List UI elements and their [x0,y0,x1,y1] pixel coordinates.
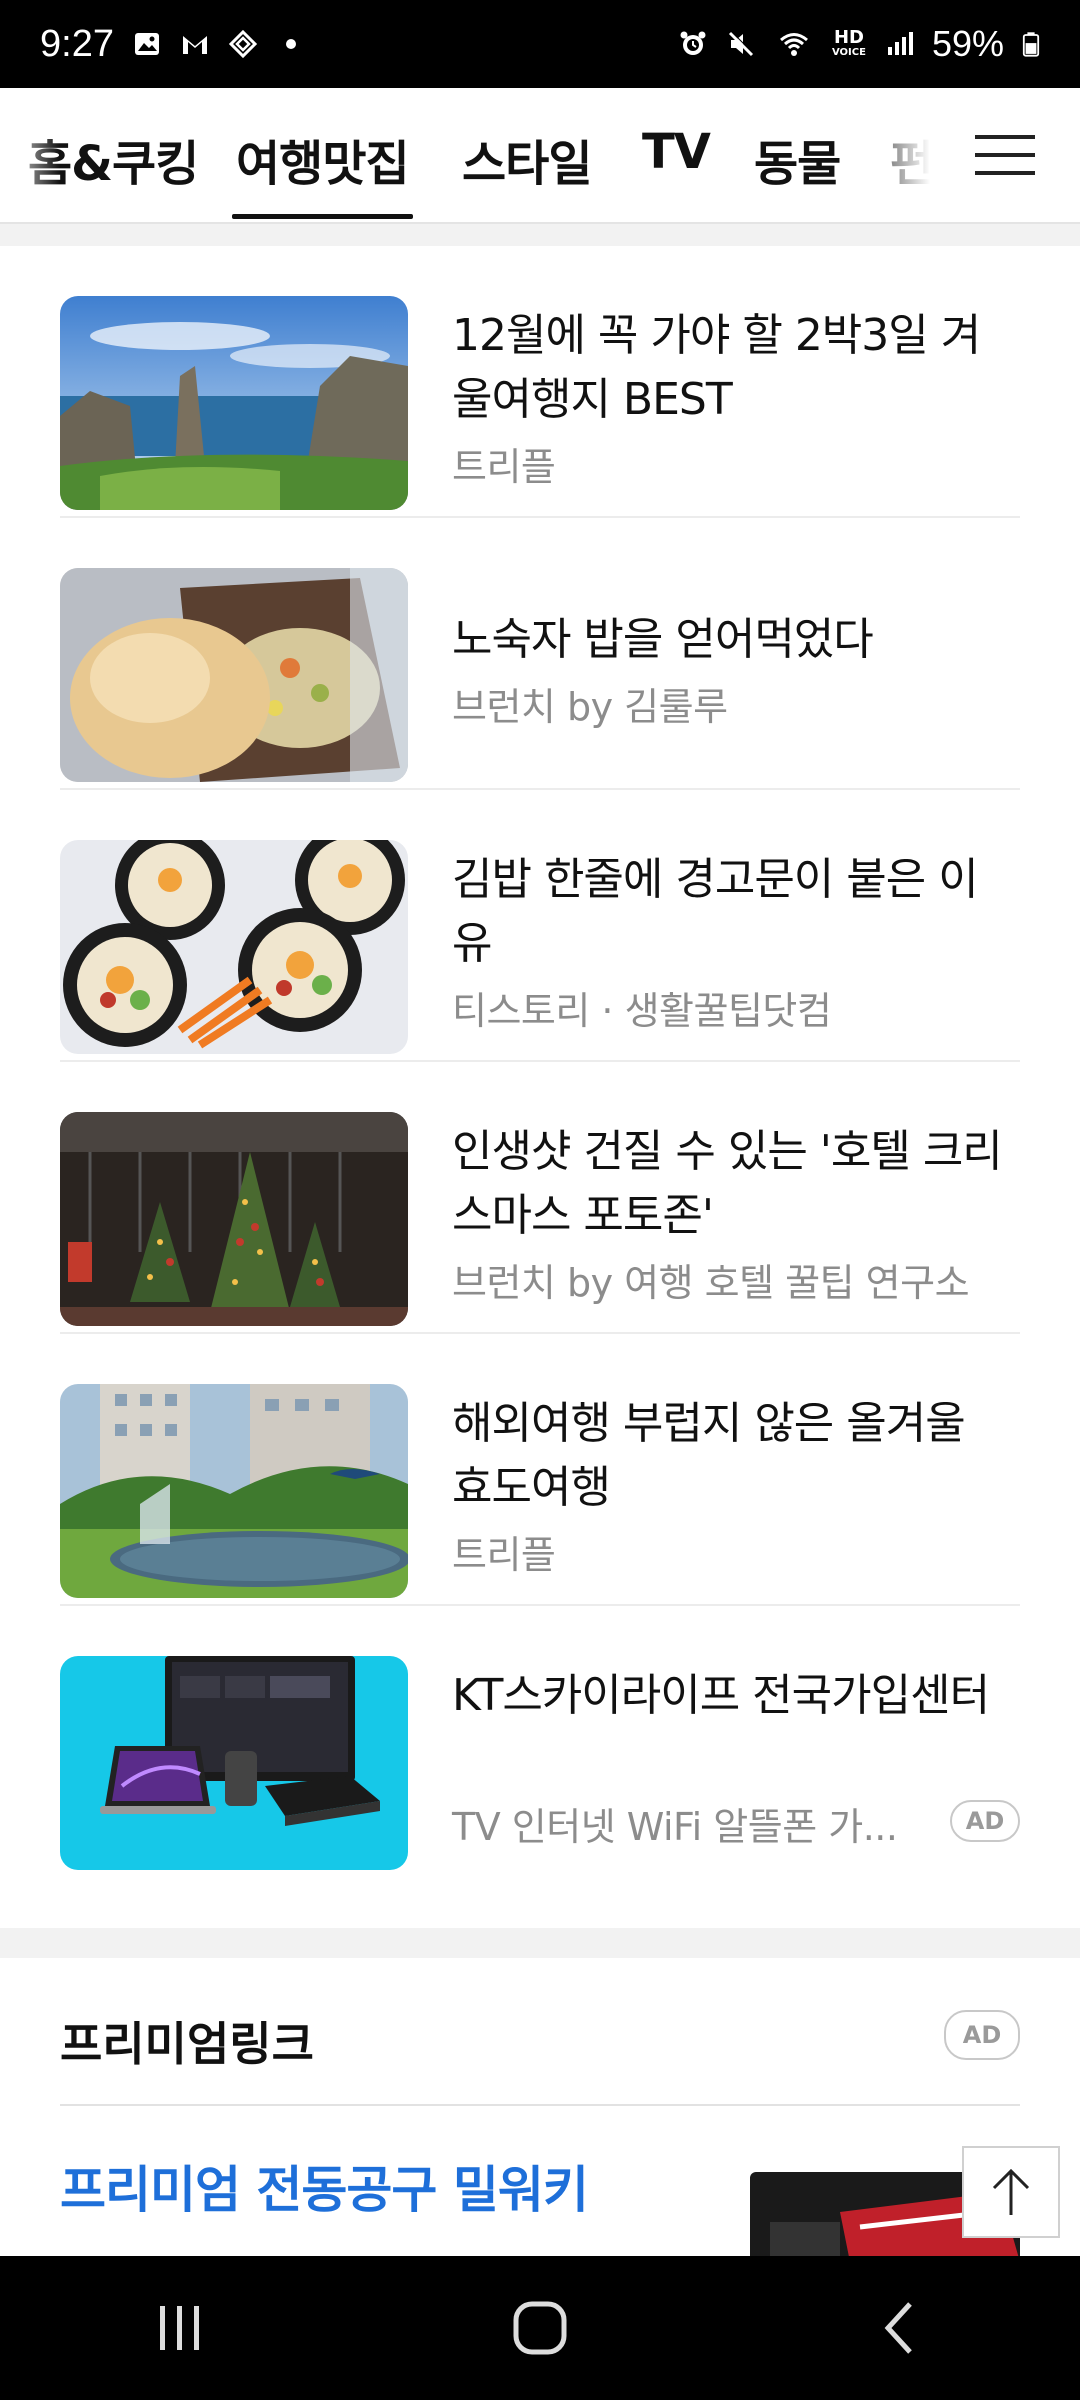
article-source: TV 인터넷 WiFi 알뜰폰 가... [452,1805,898,1849]
dot-icon [285,39,296,49]
home-icon [513,2301,567,2355]
article-title[interactable]: 해외여행 부럽지 않은 올겨울 효도여행 [452,1392,1012,1520]
article-thumbnail[interactable] [60,1656,408,1870]
section-divider [0,224,1080,246]
tab-tv[interactable]: TV [642,124,711,180]
list-item[interactable]: 노숙자 밥을 얻어먹었다 브런치 by 김룰루 [60,518,1020,790]
hd-voice-indicator: HD VOICE [831,27,866,59]
mute-icon [728,31,754,57]
scroll-to-top-button[interactable] [962,2146,1060,2238]
wifi-icon [780,33,808,56]
article-title[interactable]: 인생샷 건질 수 있는 '호텔 크리스마스 포토존' [452,1120,1012,1248]
article-source: 트리플 [452,1533,556,1577]
category-tab-bar: 홈&쿠킹 여행맛집 스타일 TV 동물 펀 [0,88,1080,224]
status-time: 9:27 [40,22,114,65]
article-title[interactable]: 노숙자 밥을 얻어먹었다 [452,608,1012,672]
ad-badge: AD [944,2010,1020,2060]
gmail-icon [182,36,207,54]
list-item[interactable]: 김밥 한줄에 경고문이 붙은 이유 티스토리 · 생활꿀팁닷컴 [60,790,1020,1062]
article-source: 브런치 by 김룰루 [452,685,728,729]
tab-fun[interactable]: 펀 [890,124,934,194]
tab-home-cooking[interactable]: 홈&쿠킹 [28,124,199,194]
back-button[interactable] [840,2278,960,2378]
recent-apps-icon [160,2306,199,2350]
article-thumbnail[interactable] [60,840,408,1054]
article-title[interactable]: KT스카이라이프 전국가입센터 [452,1664,1012,1728]
alarm-icon [680,31,706,55]
article-source: 티스토리 · 생활꿀팁닷컴 [452,989,832,1033]
article-thumbnail[interactable] [60,1384,408,1598]
tab-travel-food[interactable]: 여행맛집 [232,124,413,219]
article-list: 12월에 꼭 가야 할 2박3일 겨울여행지 BEST 트리플 노숙자 밥을 얻… [60,246,1020,1878]
article-source: 트리플 [452,445,556,489]
premium-section-title: 프리미엄링크 [60,2017,314,2071]
recent-apps-button[interactable] [120,2278,240,2378]
battery-icon [1022,32,1040,57]
list-item[interactable]: 인생샷 건질 수 있는 '호텔 크리스마스 포토존' 브런치 by 여행 호텔 … [60,1062,1020,1334]
signal-icon [887,32,913,55]
hamburger-icon [975,135,1035,175]
article-thumbnail[interactable] [60,296,408,510]
article-thumbnail[interactable] [60,1112,408,1326]
back-icon [884,2302,912,2354]
list-item[interactable]: KT스카이라이프 전국가입센터 TV 인터넷 WiFi 알뜰폰 가... AD [60,1606,1020,1878]
premium-divider [60,2104,1020,2106]
list-item[interactable]: 해외여행 부럽지 않은 올겨울 효도여행 트리플 [60,1334,1020,1606]
app-icon [228,29,258,59]
section-divider [0,1928,1080,1958]
article-title[interactable]: 김밥 한줄에 경고문이 붙은 이유 [452,848,1012,976]
article-title[interactable]: 12월에 꼭 가야 할 2박3일 겨울여행지 BEST [452,304,1012,432]
battery-percent: 59% [931,23,1004,64]
tab-style[interactable]: 스타일 [462,124,592,194]
system-navigation-bar [0,2256,1080,2400]
article-thumbnail[interactable] [60,568,408,782]
menu-button[interactable] [930,88,1080,222]
list-item[interactable]: 12월에 꼭 가야 할 2박3일 겨울여행지 BEST 트리플 [60,246,1020,518]
gallery-icon [134,33,159,55]
premium-ad-link[interactable]: 프리미엄 전동공구 밀워키 [60,2150,589,2222]
article-source: 브런치 by 여행 호텔 꿀팁 연구소 [452,1261,970,1305]
home-button[interactable] [480,2278,600,2378]
status-bar: 9:27 HD VOICE 59% [0,0,1080,88]
arrow-up-icon [992,2168,1030,2215]
tab-animals[interactable]: 동물 [754,124,841,194]
ad-badge: AD [950,1800,1020,1842]
